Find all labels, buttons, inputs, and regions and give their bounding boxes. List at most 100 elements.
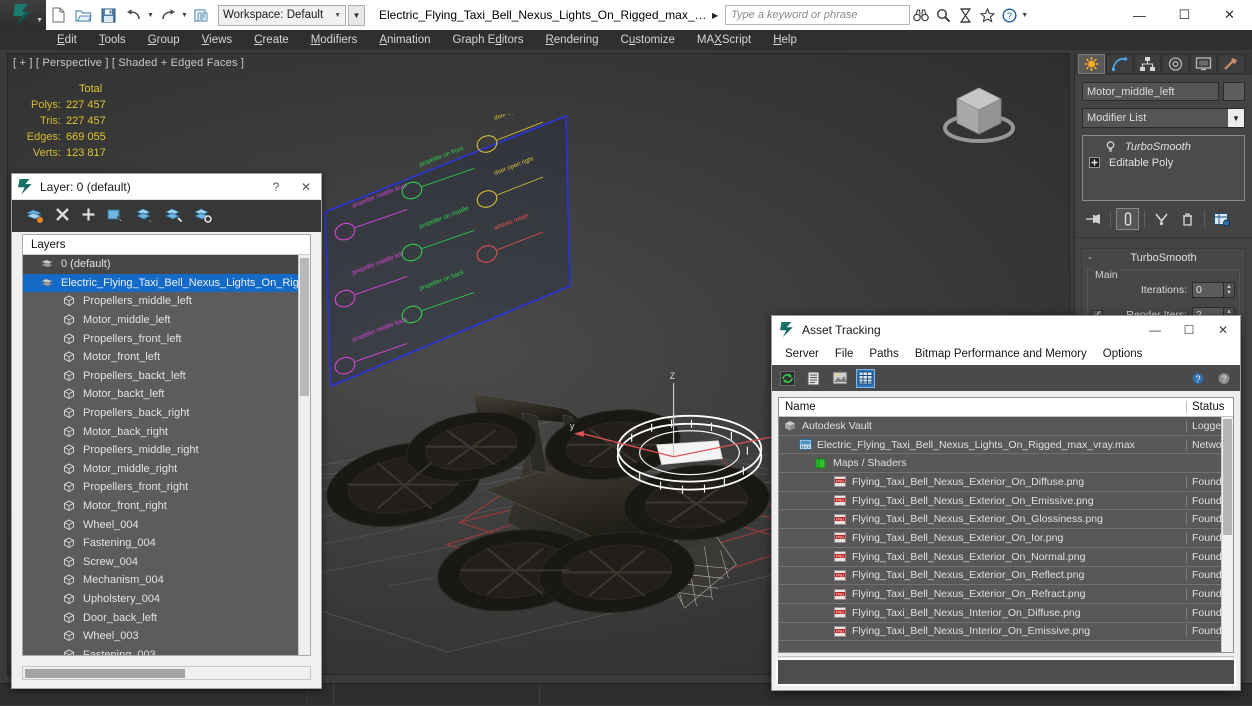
layer-row[interactable]: Fastening_003 — [23, 645, 310, 655]
create-tab[interactable] — [1078, 54, 1105, 74]
redo-dropdown-caret-icon[interactable]: ▼ — [180, 12, 189, 19]
layer-row[interactable]: Motor_backt_left — [23, 385, 310, 404]
asset-minimize-button[interactable]: — — [1138, 316, 1172, 343]
layer-row[interactable]: Propellers_back_right — [23, 404, 310, 423]
layer-row[interactable]: Door_back_left — [23, 608, 310, 627]
asset-table[interactable]: Name Status Autodesk Vault Logged MAX Elect… — [778, 397, 1234, 653]
asset-menu-server[interactable]: Server — [777, 343, 827, 365]
make-unique-button[interactable] — [1150, 208, 1173, 230]
redo-button[interactable] — [156, 3, 179, 27]
favorites-star-icon[interactable] — [976, 4, 998, 26]
iterations-input[interactable]: 0 — [1192, 282, 1224, 298]
asset-column-status[interactable]: Status — [1186, 401, 1233, 413]
maximize-button[interactable]: ☐ — [1162, 0, 1207, 30]
select-objects-in-layer-button[interactable] — [107, 207, 125, 226]
chevron-down-icon[interactable]: ▼ — [1228, 109, 1244, 127]
undo-dropdown-caret-icon[interactable]: ▼ — [146, 12, 155, 19]
menu-item-modifiers[interactable]: Modifiers — [300, 30, 369, 50]
highlight-selected-objects-button[interactable] — [136, 207, 154, 226]
about-icon[interactable]: ? — [1216, 370, 1233, 387]
hide-layer-button[interactable] — [165, 207, 183, 226]
asset-row[interactable]: MAX Electric_Flying_Taxi_Bell_Nexus_Light… — [779, 436, 1233, 455]
asset-dialog-titlebar[interactable]: Asset Tracking — ☐ ✕ — [772, 316, 1240, 343]
save-file-button[interactable] — [97, 3, 120, 27]
asset-table-vertical-scrollbar[interactable] — [1221, 417, 1233, 652]
layer-row[interactable]: Motor_middle_right — [23, 460, 310, 479]
rig-control-panel[interactable]: propeller middle front propeller middle l… — [323, 114, 593, 464]
layer-properties-button[interactable] — [194, 207, 212, 226]
layer-list-horizontal-scrollbar[interactable] — [22, 666, 311, 680]
rollout-header[interactable]: - TurboSmooth — [1082, 249, 1245, 266]
layer-scrollbar-thumb[interactable] — [300, 258, 309, 396]
layer-hscroll-thumb[interactable] — [25, 669, 185, 678]
open-file-button[interactable] — [72, 3, 95, 27]
layer-dialog-titlebar[interactable]: Layer: 0 (default) ? ✕ — [12, 174, 321, 200]
layer-column-header[interactable]: Layers — [23, 235, 310, 255]
layer-row[interactable]: Motor_back_right — [23, 422, 310, 441]
modifier-list-dropdown[interactable]: Modifier List ▼ — [1082, 108, 1245, 128]
object-name-field[interactable]: Motor_middle_left — [1082, 82, 1219, 101]
layer-row[interactable]: Electric_Flying_Taxi_Bell_Nexus_Lights_O… — [23, 273, 310, 293]
search-binoculars-icon[interactable] — [910, 4, 932, 26]
menu-item-views[interactable]: Views — [191, 30, 243, 50]
modifier-stack[interactable]: TurboSmooth Editable Poly — [1082, 135, 1245, 201]
menu-item-group[interactable]: Group — [137, 30, 191, 50]
list-view-button[interactable] — [805, 370, 822, 387]
modify-tab[interactable] — [1106, 54, 1133, 74]
asset-row[interactable]: PNG Flying_Taxi_Bell_Nexus_Exterior_On_Di… — [779, 473, 1233, 492]
display-tab[interactable] — [1190, 54, 1217, 74]
help-icon[interactable]: ? — [1190, 370, 1207, 387]
workspace-dropdown-button[interactable]: ▼ — [348, 4, 365, 26]
undo-button[interactable] — [122, 3, 145, 27]
layer-row[interactable]: Upholstery_004 — [23, 590, 310, 609]
modifier-stack-item-editable-poly[interactable]: Editable Poly — [1083, 155, 1244, 171]
view-cube[interactable] — [937, 76, 1021, 152]
layer-row[interactable]: 0 (default) — [23, 255, 310, 274]
asset-row[interactable]: Autodesk Vault Logged — [779, 417, 1233, 436]
menu-item-maxscript[interactable]: MAXScript — [686, 30, 762, 50]
asset-tracking-dialog[interactable]: Asset Tracking — ☐ ✕ Server File Paths Bitm… — [771, 315, 1241, 691]
help-dropdown-caret-icon[interactable]: ▼ — [1020, 12, 1029, 19]
minimize-button[interactable]: — — [1117, 0, 1162, 30]
layer-dialog-help-button[interactable]: ? — [261, 175, 291, 199]
asset-row[interactable]: PNG Flying_Taxi_Bell_Nexus_Exterior_On_Gl… — [779, 510, 1233, 530]
layer-row[interactable]: Wheel_004 — [23, 515, 310, 534]
workspace-selector[interactable]: Workspace: Default ▼ — [218, 4, 346, 26]
plus-box-icon[interactable] — [1089, 156, 1102, 170]
asset-row[interactable]: PNG Flying_Taxi_Bell_Nexus_Exterior_On_Re… — [779, 585, 1233, 604]
hierarchy-tab[interactable] — [1134, 54, 1161, 74]
menu-item-graph-editors[interactable]: Graph Editors — [442, 30, 535, 50]
layer-row[interactable]: Wheel_003 — [23, 627, 310, 646]
motion-tab[interactable] — [1162, 54, 1189, 74]
layer-row[interactable]: Motor_front_left — [23, 348, 310, 367]
menu-item-edit[interactable]: Edit — [46, 30, 88, 50]
new-file-button[interactable] — [47, 3, 70, 27]
iterations-spinner[interactable]: ▲ ▼ — [1224, 282, 1235, 298]
pin-stack-button[interactable] — [1082, 208, 1105, 230]
close-button[interactable]: ✕ — [1207, 0, 1252, 30]
show-end-result-button[interactable] — [1116, 208, 1139, 230]
menu-item-rendering[interactable]: Rendering — [534, 30, 609, 50]
remove-modifier-button[interactable] — [1176, 208, 1199, 230]
refresh-assets-button[interactable] — [779, 370, 796, 387]
asset-menu-bitmap-performance-and-memory[interactable]: Bitmap Performance and Memory — [907, 343, 1095, 365]
help-icon[interactable]: ? — [998, 4, 1020, 26]
asset-menu-file[interactable]: File — [827, 343, 862, 365]
layer-dialog-close-button[interactable]: ✕ — [291, 175, 321, 199]
modifier-stack-item-turbosmooth[interactable]: TurboSmooth — [1083, 139, 1244, 155]
grid-view-button[interactable] — [856, 368, 875, 388]
hourglass-icon[interactable] — [954, 4, 976, 26]
asset-row[interactable]: PNG Flying_Taxi_Bell_Nexus_Exterior_On_Io… — [779, 529, 1233, 548]
layer-row[interactable]: Fastening_004 — [23, 534, 310, 553]
asset-scrollbar-thumb[interactable] — [1223, 419, 1232, 535]
layer-list[interactable]: 0 (default) Electric_Flying_Taxi_Bell_Nex… — [23, 255, 310, 655]
delete-layer-button[interactable] — [55, 207, 70, 225]
layer-row[interactable]: Propellers_middle_left — [23, 292, 310, 311]
zoom-magnifier-icon[interactable] — [932, 4, 954, 26]
create-new-layer-button[interactable] — [26, 207, 44, 226]
thumbnail-view-button[interactable] — [831, 370, 848, 387]
asset-row[interactable]: PNG Flying_Taxi_Bell_Nexus_Exterior_On_Em… — [779, 492, 1233, 511]
asset-column-name[interactable]: Name — [779, 401, 1186, 413]
asset-menu-options[interactable]: Options — [1095, 343, 1151, 365]
asset-row[interactable]: PNG Flying_Taxi_Bell_Nexus_Interior_On_Em… — [779, 623, 1233, 642]
